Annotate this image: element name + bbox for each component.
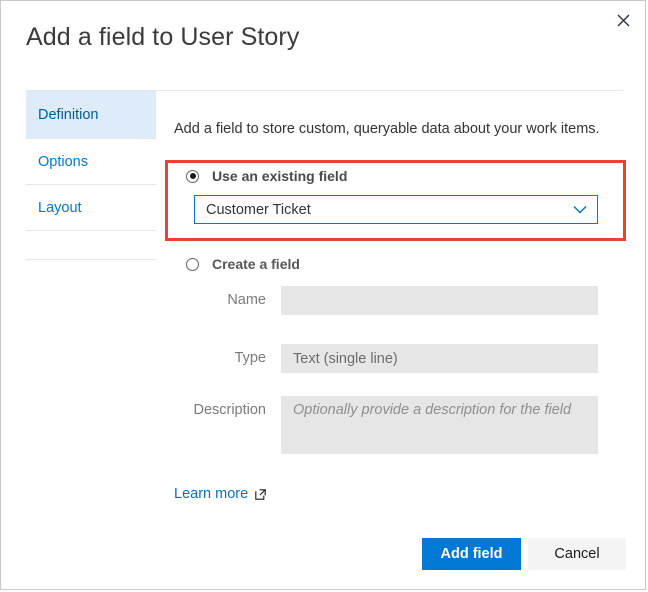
cancel-button[interactable]: Cancel xyxy=(528,538,626,570)
type-label: Type xyxy=(234,350,266,366)
existing-field-selected-value: Customer Ticket xyxy=(206,201,311,218)
tab-layout[interactable]: Layout xyxy=(26,185,156,231)
description-textarea[interactable]: Optionally provide a description for the… xyxy=(281,396,598,454)
learn-more-label: Learn more xyxy=(174,486,249,502)
type-select[interactable]: Text (single line) xyxy=(281,344,598,373)
panel-intro-text: Add a field to store custom, queryable d… xyxy=(174,121,600,137)
tab-options[interactable]: Options xyxy=(26,139,156,185)
cancel-button-label: Cancel xyxy=(554,546,600,562)
dialog-tab-list: Definition Options Layout xyxy=(26,91,156,260)
use-existing-field-label: Use an existing field xyxy=(212,168,348,184)
existing-field-select[interactable]: Customer Ticket xyxy=(194,195,598,224)
add-field-dialog: Add a field to User Story Definition Opt… xyxy=(0,0,646,590)
tab-options-label: Options xyxy=(38,154,88,170)
learn-more-link[interactable]: Learn more xyxy=(174,486,266,502)
create-field-label: Create a field xyxy=(212,256,300,272)
tab-definition-label: Definition xyxy=(38,107,99,123)
use-existing-field-option[interactable]: Use an existing field xyxy=(186,168,347,184)
description-placeholder: Optionally provide a description for the… xyxy=(293,402,572,418)
type-row: Type Text (single line) xyxy=(174,344,598,373)
name-label: Name xyxy=(227,292,266,308)
dialog-footer: Add field Cancel xyxy=(1,526,645,589)
close-icon[interactable] xyxy=(608,6,638,34)
tab-definition[interactable]: Definition xyxy=(26,91,156,139)
dialog-title: Add a field to User Story xyxy=(26,23,300,51)
description-label: Description xyxy=(193,402,266,418)
external-link-icon xyxy=(255,488,266,500)
add-field-button[interactable]: Add field xyxy=(422,538,521,570)
type-select-value: Text (single line) xyxy=(293,350,398,367)
chevron-down-icon[interactable] xyxy=(573,196,587,223)
name-row: Name xyxy=(174,286,598,315)
tab-rail-tail xyxy=(26,231,156,260)
tab-layout-label: Layout xyxy=(38,200,82,216)
name-input[interactable] xyxy=(281,286,598,315)
description-row: Description Optionally provide a descrip… xyxy=(174,396,598,454)
dialog-header: Add a field to User Story xyxy=(1,1,645,90)
create-field-option[interactable]: Create a field xyxy=(186,256,300,272)
add-field-button-label: Add field xyxy=(440,546,503,562)
use-existing-field-radio[interactable] xyxy=(186,169,199,183)
create-field-radio[interactable] xyxy=(186,257,199,271)
